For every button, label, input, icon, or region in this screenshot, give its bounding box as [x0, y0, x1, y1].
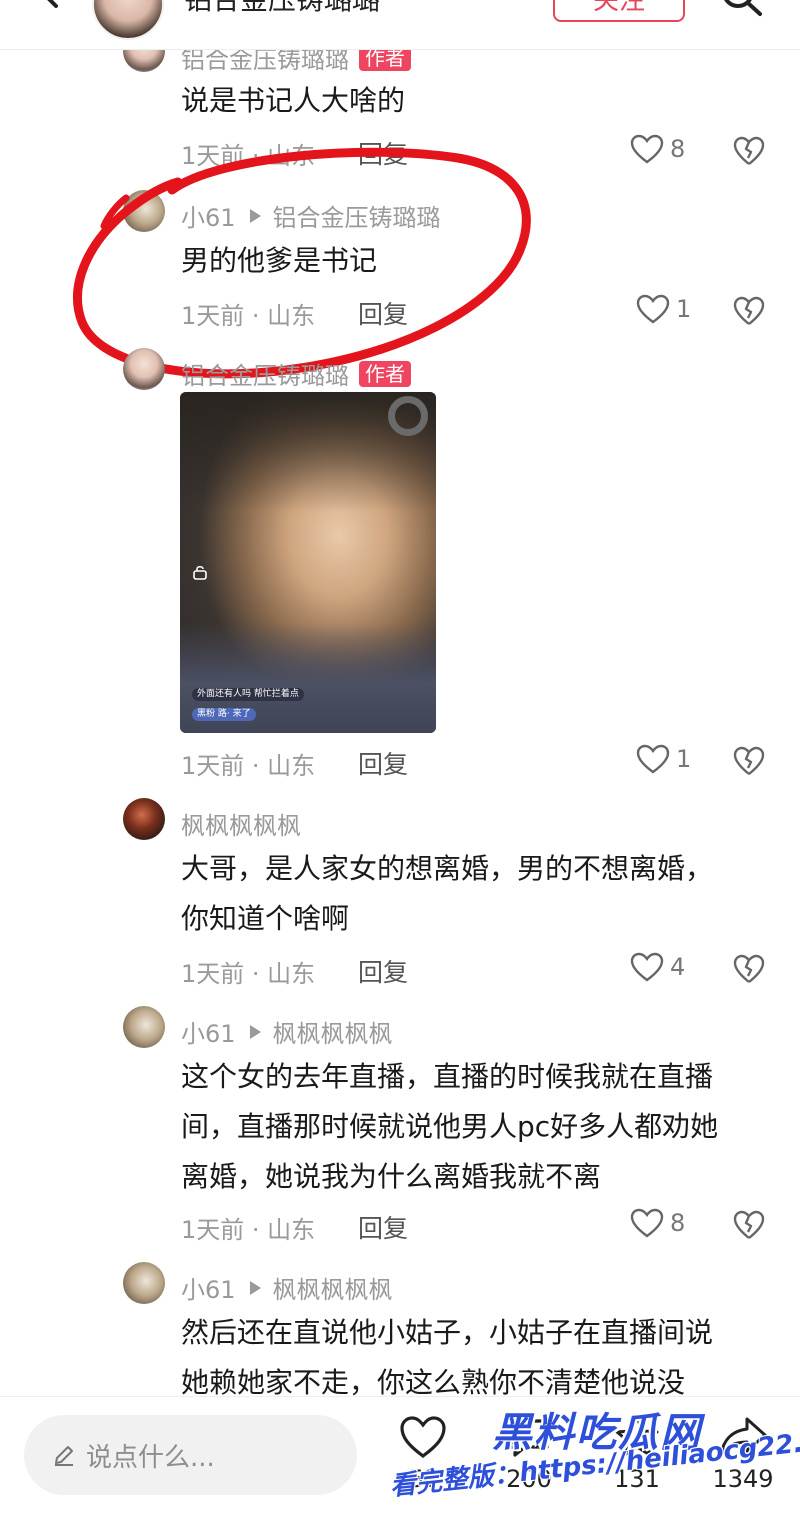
reply-button[interactable]: 回复 [358, 953, 408, 989]
author-badge: 作者 [359, 360, 411, 387]
avatar[interactable] [123, 1006, 165, 1048]
broken-heart-icon[interactable] [733, 1210, 765, 1240]
share-arrow-icon [719, 1417, 767, 1457]
like-button[interactable]: 4 [630, 952, 685, 982]
like-count: 8 [670, 1209, 686, 1237]
heart-icon [636, 294, 670, 324]
reply-arrow-icon [249, 1280, 261, 1295]
like-button[interactable]: 1 [636, 294, 691, 324]
comment-author[interactable]: 小61 [181, 1270, 236, 1305]
favorite-action[interactable]: 200 [484, 1415, 574, 1493]
star-count: 131 [614, 1465, 660, 1493]
reply-to-user[interactable]: 枫枫枫枫枫 [273, 1270, 393, 1305]
live-chat-message: 黑粉 路· 来了 [192, 708, 256, 721]
like-count: 4 [670, 953, 686, 981]
record-ring-icon [388, 396, 428, 436]
avatar[interactable] [123, 1262, 165, 1304]
comment-meta: 1天前 · 山东 [181, 960, 316, 988]
video-thumbnail[interactable]: 外面还有人吗 帮忙拦着点 黑粉 路· 来了 [180, 392, 436, 733]
star-action[interactable]: 131 [592, 1415, 682, 1493]
page-title: 铝合金压铸璐璐 [184, 0, 380, 18]
comment-text: 大哥，是人家女的想离婚，男的不想离婚， 你知道个啥啊 [181, 852, 714, 935]
pencil-icon [55, 1446, 73, 1466]
comment-author[interactable]: 小61 [181, 1014, 236, 1049]
search-icon[interactable] [718, 0, 766, 18]
like-button[interactable]: 8 [630, 134, 685, 164]
like-button[interactable]: 8 [630, 1208, 685, 1238]
share-action[interactable]: 1349 [698, 1415, 788, 1493]
like-button[interactable]: 1 [636, 744, 691, 774]
reply-to-user[interactable]: 枫枫枫枫枫 [273, 1014, 393, 1049]
follow-button[interactable]: 关注 [553, 0, 685, 22]
comment-meta: 1天前 · 山东 [181, 1216, 316, 1244]
comment-bubble-icon [509, 1419, 549, 1457]
avatar[interactable] [123, 348, 165, 390]
heart-icon [630, 134, 664, 164]
comment-count: 200 [506, 1465, 552, 1493]
heart-icon [400, 1416, 446, 1458]
star-icon [615, 1416, 659, 1457]
like-count: 5? [408, 1465, 437, 1493]
comment-text: 然后还在直说他小姑子，小姑子在直播间说 她赖她家不走，你这么熟你不清楚他说没 [181, 1316, 714, 1399]
like-action[interactable]: 5? [378, 1415, 468, 1493]
like-count: 8 [670, 135, 686, 163]
comment-author[interactable]: 枫枫枫枫枫 [181, 806, 301, 841]
comment-text: 这个女的去年直播，直播的时候我就在直播 间，直播那时候就说他男人pc好多人都劝她… [181, 1060, 719, 1193]
share-count: 1349 [712, 1465, 774, 1493]
heart-icon [636, 744, 670, 774]
broken-heart-icon[interactable] [733, 136, 765, 166]
reply-button[interactable]: 回复 [358, 1209, 408, 1245]
comment-input[interactable]: 说点什么... [24, 1415, 357, 1495]
live-chat-message: 外面还有人吗 帮忙拦着点 [192, 688, 304, 701]
reply-button[interactable]: 回复 [358, 745, 408, 781]
broken-heart-icon[interactable] [733, 954, 765, 984]
back-arrow-icon[interactable] [28, 0, 68, 14]
bottom-action-bar: 说点什么... 5? 200 131 1349 [0, 1396, 800, 1524]
comment-author[interactable]: 铝合金压铸璐璐 [181, 356, 349, 391]
like-count: 1 [676, 295, 692, 323]
like-count: 1 [676, 745, 692, 773]
heart-icon [630, 1208, 664, 1238]
top-nav-bar: 铝合金压铸璐璐 关注 [0, 0, 800, 50]
comment-meta: 1天前 · 山东 [181, 752, 316, 780]
heart-icon [630, 952, 664, 982]
broken-heart-icon[interactable] [733, 296, 765, 326]
broken-heart-icon[interactable] [733, 746, 765, 776]
comment-text: 说是书记人大啥的 [181, 84, 406, 117]
lock-icon [193, 565, 207, 580]
avatar[interactable] [123, 798, 165, 840]
reply-arrow-icon [249, 1024, 261, 1039]
input-placeholder: 说点什么... [86, 1442, 215, 1473]
author-avatar[interactable] [92, 0, 164, 40]
